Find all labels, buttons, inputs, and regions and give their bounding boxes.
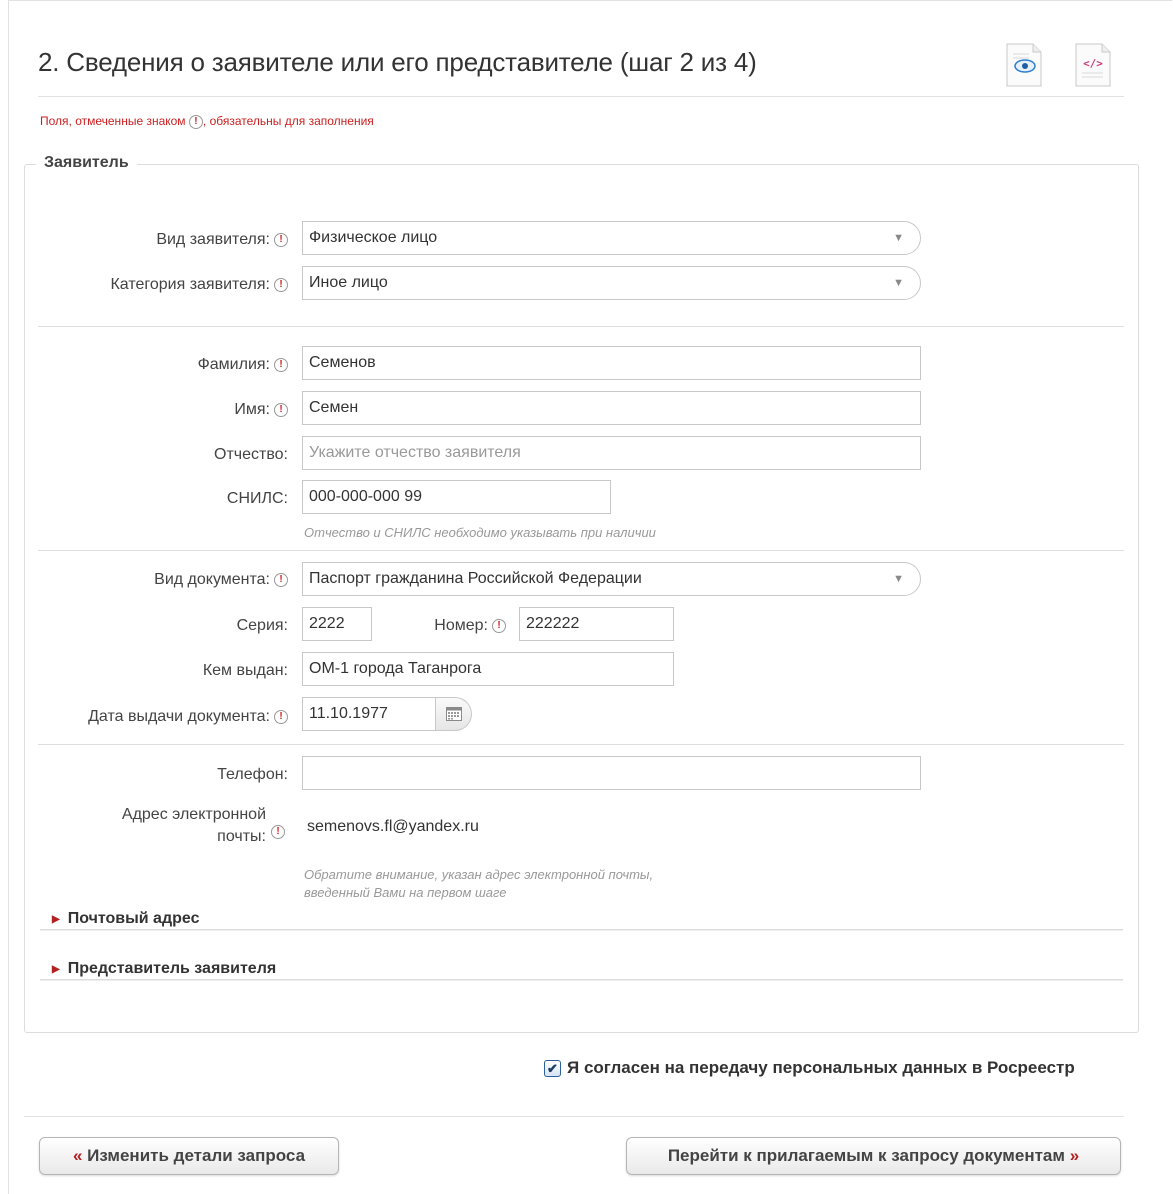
- snils-input[interactable]: 000-000-000 99: [302, 480, 611, 514]
- snils-label-text: СНИЛС:: [226, 490, 288, 507]
- issue-date-label: Дата выдачи документа: !: [40, 703, 288, 731]
- email-hint-line1: Обратите внимание, указан адрес электрон…: [304, 867, 654, 882]
- issued-by-label-text: Кем выдан:: [202, 662, 288, 679]
- last-name-input[interactable]: Семенов: [302, 346, 921, 380]
- representative-rule: [40, 979, 1123, 981]
- issued-by-input[interactable]: ОМ-1 города Таганрога: [302, 652, 674, 686]
- patronymic-input[interactable]: Укажите отчество заявителя: [302, 436, 921, 470]
- applicant-type-label: Вид заявителя: !: [40, 226, 288, 254]
- next-button-label: Перейти к прилагаемым к запросу документ…: [667, 1146, 1065, 1165]
- calendar-button[interactable]: [436, 697, 472, 731]
- consent-label[interactable]: Я согласен на передачу персональных данн…: [567, 1058, 1075, 1078]
- phone-input[interactable]: [302, 756, 921, 790]
- applicant-category-select[interactable]: Иное лицо ▼: [302, 266, 921, 300]
- issue-date-label-text: Дата выдачи документа:: [88, 708, 270, 725]
- email-label-line1: Адрес электронной: [121, 806, 266, 823]
- required-mark-icon: !: [274, 403, 288, 417]
- email-hint-line2: введенный Вами на первом шаге: [304, 885, 507, 900]
- email-value: semenovs.fl@yandex.ru: [307, 818, 479, 835]
- email-label-line2: почты:: [217, 828, 266, 845]
- applicant-legend: Заявитель: [36, 154, 137, 172]
- applicant-type-select[interactable]: Физическое лицо ▼: [302, 221, 921, 255]
- required-mark-icon: !: [271, 825, 285, 839]
- page-title: 2. Сведения о заявителе или его представ…: [38, 47, 757, 77]
- calendar-icon: [445, 707, 462, 721]
- triangle-right-icon: ▶: [52, 963, 60, 975]
- first-name-input[interactable]: Семен: [302, 391, 921, 425]
- consent-row: ✔ Я согласен на передачу персональных да…: [544, 1058, 1075, 1078]
- snils-label: СНИЛС:: [40, 485, 288, 513]
- required-mark-icon: !: [274, 710, 288, 724]
- next-button[interactable]: Перейти к прилагаемым к запросу документ…: [626, 1137, 1121, 1175]
- applicant-type-label-text: Вид заявителя:: [156, 231, 270, 248]
- first-name-label-text: Имя:: [234, 401, 270, 418]
- required-mark-icon: !: [274, 278, 288, 292]
- postal-address-label: Почтовый адрес: [67, 910, 200, 927]
- document-type-label-text: Вид документа:: [154, 571, 270, 588]
- number-label: Номер: !: [380, 612, 506, 640]
- document-type-value: Паспорт гражданина Российской Федерации: [309, 570, 642, 587]
- svg-text:</>: </>: [1083, 57, 1103, 70]
- required-mark-icon: !: [492, 619, 506, 633]
- footer-divider: [24, 1116, 1124, 1117]
- required-mark-icon: !: [274, 233, 288, 247]
- section-divider: [38, 326, 1124, 327]
- email-hint: Обратите внимание, указан адрес электрон…: [304, 866, 653, 902]
- required-mark-icon: !: [188, 114, 203, 129]
- phone-label: Телефон:: [40, 761, 288, 789]
- representative-label: Представитель заявителя: [67, 960, 277, 977]
- applicant-category-value: Иное лицо: [309, 274, 388, 291]
- last-name-label-text: Фамилия:: [197, 356, 270, 373]
- document-type-label: Вид документа: !: [40, 566, 288, 594]
- snils-hint: Отчество и СНИЛС необходимо указывать пр…: [304, 525, 656, 540]
- phone-label-text: Телефон:: [217, 766, 288, 783]
- section-divider: [38, 744, 1124, 745]
- required-mark-icon: !: [274, 573, 288, 587]
- series-label: Серия:: [40, 612, 288, 640]
- consent-checkbox[interactable]: ✔: [544, 1059, 561, 1077]
- title-divider: [38, 96, 1124, 97]
- issue-date-input[interactable]: 11.10.1977: [302, 697, 436, 731]
- applicant-category-label-text: Категория заявителя:: [110, 276, 270, 293]
- postal-address-rule: [40, 929, 1123, 931]
- required-fields-note: Поля, отмеченные знаком !, обязательны д…: [40, 114, 374, 129]
- double-chevron-right-icon: »: [1069, 1146, 1080, 1165]
- document-type-select[interactable]: Паспорт гражданина Российской Федерации …: [302, 562, 921, 596]
- series-label-text: Серия:: [236, 617, 288, 634]
- representative-toggle[interactable]: ▶ Представитель заявителя: [52, 960, 283, 978]
- series-input[interactable]: 2222: [302, 607, 372, 641]
- back-button-label: Изменить детали запроса: [87, 1146, 306, 1165]
- chevron-down-icon: ▼: [893, 573, 904, 585]
- section-divider: [38, 550, 1124, 551]
- last-name-label: Фамилия: !: [40, 351, 288, 379]
- issued-by-label: Кем выдан:: [40, 657, 288, 685]
- required-mark-icon: !: [274, 358, 288, 372]
- email-label: Адрес электронной почты:: [40, 804, 266, 848]
- number-input[interactable]: 222222: [519, 607, 674, 641]
- applicant-type-value: Физическое лицо: [309, 229, 438, 246]
- patronymic-label: Отчество:: [40, 441, 288, 469]
- applicant-category-label: Категория заявителя: !: [40, 271, 288, 299]
- first-name-label: Имя: !: [40, 396, 288, 424]
- postal-address-toggle[interactable]: ▶ Почтовый адрес: [52, 910, 206, 928]
- checkmark-icon: ✔: [547, 1060, 558, 1076]
- number-label-text: Номер:: [434, 617, 488, 634]
- xml-code-icon[interactable]: </>: [1073, 42, 1113, 88]
- double-chevron-left-icon: «: [72, 1146, 83, 1165]
- triangle-right-icon: ▶: [52, 913, 60, 925]
- back-button[interactable]: « Изменить детали запроса: [39, 1137, 339, 1175]
- chevron-down-icon: ▼: [893, 277, 904, 289]
- chevron-down-icon: ▼: [893, 232, 904, 244]
- patronymic-label-text: Отчество:: [214, 446, 288, 463]
- preview-eye-icon[interactable]: [1004, 42, 1044, 88]
